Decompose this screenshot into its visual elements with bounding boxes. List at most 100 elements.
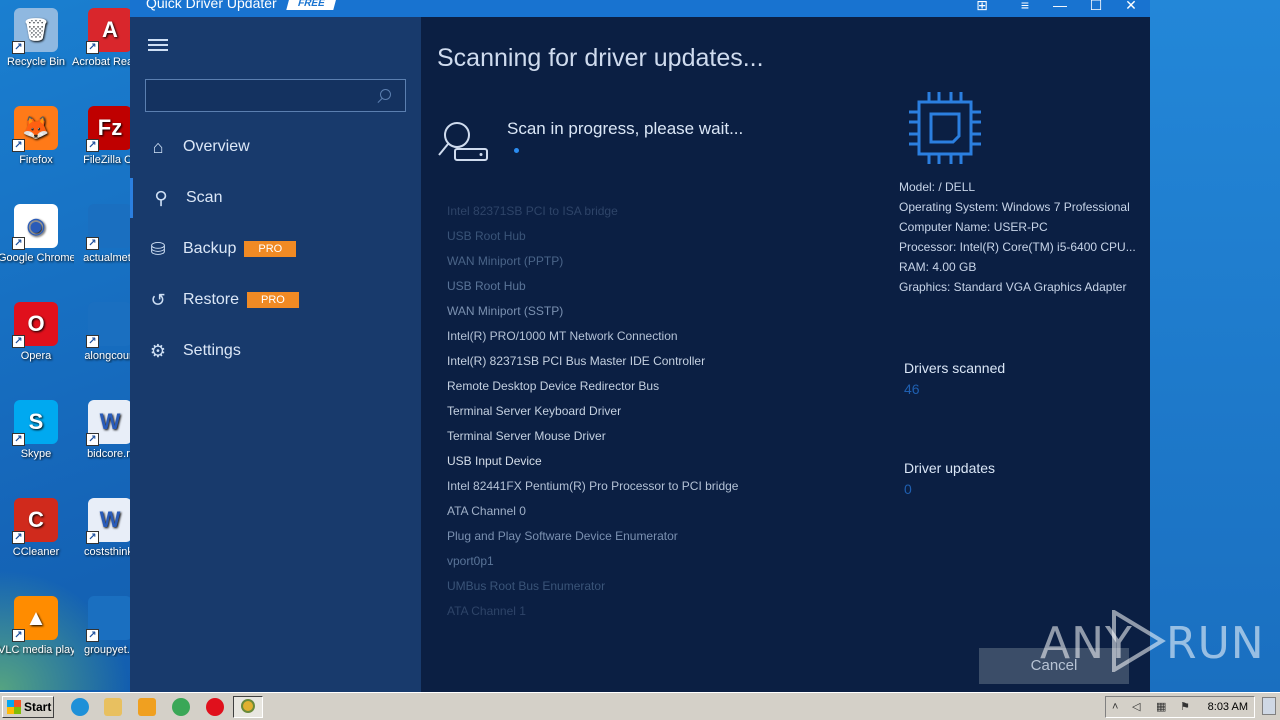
desktop-icon[interactable]: C ↗ CCleaner	[0, 498, 74, 559]
tray-expand-icon[interactable]: ˄	[1112, 701, 1124, 713]
system-tray: ˄ ◁ ▦ ⚑ 8:03 AM	[1105, 696, 1255, 718]
shortcut-arrow-icon: ↗	[86, 531, 99, 544]
taskbar: Start ˄ ◁ ▦ ⚑ 8:03 AM	[0, 692, 1280, 720]
desktop-wallpaper-right	[1150, 0, 1280, 692]
edition-badge: FREE	[286, 0, 337, 10]
desktop-app-icon: ◉ ↗	[12, 204, 58, 250]
title-bar: Quick Driver Updater FREE ⊞ ≡ — ☐ ✕	[130, 0, 1150, 17]
desktop-app-icon: ↗	[86, 204, 132, 250]
desktop-icon[interactable]: ▲↗ VLC media player	[0, 596, 74, 657]
show-desktop-button[interactable]	[1262, 697, 1276, 715]
shortcut-arrow-icon: ↗	[12, 335, 25, 348]
home-icon: ⌂	[152, 136, 164, 157]
nav-label-backup: Backup	[183, 240, 237, 257]
nav-item-scan[interactable]: ⚲ Scan	[130, 178, 421, 218]
network-icon[interactable]: ▦	[1156, 701, 1168, 713]
desktop-icon-label: Skype	[20, 448, 52, 460]
menu-icon[interactable]: ≡	[1010, 0, 1040, 16]
page-title: Scanning for driver updates...	[437, 44, 764, 72]
nav-item-restore[interactable]: ↺ Restore PRO	[130, 280, 421, 320]
minimize-button[interactable]: —	[1045, 0, 1075, 16]
chrome-icon[interactable]	[172, 698, 190, 716]
nav-item-settings[interactable]: ⚙ Settings	[130, 331, 421, 371]
search-input[interactable]	[146, 80, 371, 111]
sysinfo-model: Model: / DELL	[899, 180, 976, 194]
windows-logo-icon	[7, 700, 21, 714]
desktop-app-icon: ↗	[86, 302, 132, 348]
main-panel: Scanning for driver updates... Scan in p…	[421, 17, 1150, 692]
drivers-scanned-label: Drivers scanned	[904, 360, 1006, 376]
maximize-button[interactable]: ☐	[1081, 0, 1111, 16]
start-label: Start	[24, 700, 52, 714]
search-icon[interactable]	[380, 89, 391, 100]
desktop-app-icon: O ↗	[12, 302, 58, 348]
volume-icon[interactable]: ◁	[1132, 701, 1144, 713]
chip-icon	[909, 92, 981, 164]
desktop-icon-label: CCleaner	[12, 546, 60, 558]
icon-glyph: S	[28, 409, 44, 434]
driver-list-item: Remote Desktop Device Redirector Bus	[447, 379, 660, 393]
gift-icon[interactable]: ⊞	[967, 0, 997, 16]
desktop-icon[interactable]: 🦊 ↗ Firefox	[0, 106, 74, 167]
driver-list-item: UMBus Root Bus Enumerator	[447, 579, 606, 593]
watermark-text-right: RUN	[1166, 618, 1265, 669]
desktop-icon-label: Recycle Bin	[6, 56, 66, 68]
icon-glyph: A	[102, 17, 118, 42]
driver-list-item: USB Root Hub	[447, 229, 526, 243]
driver-list-item: Intel 82441FX Pentium(R) Pro Processor t…	[447, 479, 739, 493]
shortcut-arrow-icon: ↗	[12, 433, 25, 446]
driver-list-item: Intel(R) 82371SB PCI Bus Master IDE Cont…	[447, 354, 706, 368]
driver-list-item: Intel(R) PRO/1000 MT Network Connection	[447, 329, 678, 343]
media-player-icon[interactable]	[138, 698, 156, 716]
desktop-app-icon: Fz ↗	[86, 106, 132, 152]
nav-item-overview[interactable]: ⌂ Overview	[130, 127, 421, 167]
icon-glyph: ◉	[26, 213, 46, 238]
system-info: Model: / DELL Operating System: Windows …	[899, 178, 1139, 298]
driver-list-item: vport0p1	[447, 554, 494, 568]
play-logo-icon	[1112, 610, 1166, 672]
opera-icon[interactable]	[206, 698, 224, 716]
taskbar-quick-driver-updater[interactable]	[233, 696, 263, 718]
icon-glyph: ▲	[25, 605, 47, 630]
driver-list-item: USB Root Hub	[447, 279, 526, 293]
close-button[interactable]: ✕	[1116, 0, 1146, 16]
desktop-icon[interactable]: 🗑 ↗ Recycle Bin	[0, 8, 74, 69]
driver-list-item: Terminal Server Mouse Driver	[447, 429, 606, 443]
anyrun-watermark: ANY RUN	[1040, 610, 1264, 672]
icon-glyph: 🗑	[22, 17, 50, 42]
sysinfo-os: Operating System: Windows 7 Professional	[899, 200, 1130, 214]
window-title: Quick Driver Updater	[146, 0, 277, 11]
shortcut-arrow-icon: ↗	[12, 41, 25, 54]
restore-icon: ↺	[150, 289, 166, 310]
driver-list-item: USB Input Device	[447, 454, 542, 468]
desktop-icon-label: VLC media player	[0, 644, 74, 656]
sysinfo-processor: Processor: Intel(R) Core(TM) i5-6400 CPU…	[899, 240, 1136, 254]
nav-label-scan: Scan	[186, 189, 223, 206]
desktop-app-icon: A ↗	[86, 8, 132, 54]
driver-list-item: ATA Channel 0	[447, 504, 526, 518]
flag-icon[interactable]: ⚑	[1180, 701, 1192, 713]
ie-icon[interactable]	[71, 698, 89, 716]
driver-list-item: Plug and Play Software Device Enumerator	[447, 529, 678, 543]
nav-label-settings: Settings	[183, 342, 241, 359]
nav-item-backup[interactable]: ⛁ Backup PRO	[130, 229, 421, 269]
driver-updates-count: 0	[904, 481, 912, 497]
backup-icon: ⛁	[150, 238, 166, 259]
explorer-icon[interactable]	[104, 698, 122, 716]
progress-indicator	[514, 148, 519, 153]
desktop-icon[interactable]: ◉ ↗ Google Chrome	[0, 204, 74, 265]
pro-badge: PRO	[244, 241, 297, 257]
desktop-icon[interactable]: S ↗ Skype	[0, 400, 74, 461]
scan-status-text: Scan in progress, please wait...	[507, 119, 744, 138]
desktop-icon-label: Google Chrome	[0, 252, 74, 264]
scan-icon: ⚲	[154, 187, 168, 208]
driver-list-item: WAN Miniport (PPTP)	[447, 254, 564, 268]
nav-label-restore: Restore	[183, 291, 240, 308]
shortcut-arrow-icon: ↗	[12, 237, 25, 250]
desktop-icon-label: Firefox	[19, 154, 53, 166]
desktop-icon[interactable]: O ↗ Opera	[0, 302, 74, 363]
scan-magnifier-icon	[438, 122, 488, 161]
driver-updates-label: Driver updates	[904, 460, 996, 476]
hamburger-menu-icon[interactable]	[148, 39, 168, 51]
start-button[interactable]: Start	[2, 696, 54, 718]
